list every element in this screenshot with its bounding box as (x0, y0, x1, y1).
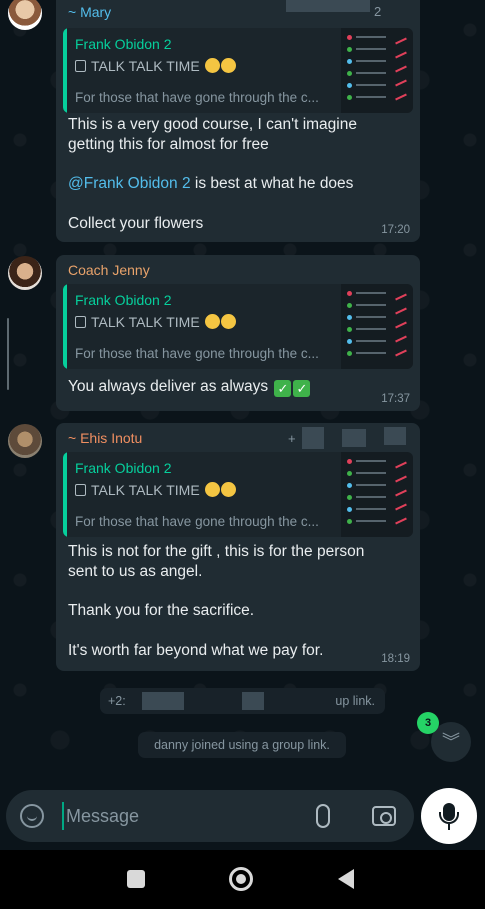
message-text-line: sent to us as angel. (68, 563, 203, 580)
redaction (242, 692, 264, 710)
quote-author: Frank Obidon 2 (75, 460, 172, 476)
redaction (142, 692, 184, 710)
voice-record-button[interactable] (421, 788, 477, 844)
nav-home-icon[interactable] (229, 867, 253, 891)
sender-phone-partial: 2 (374, 4, 382, 19)
check-mark-emoji-icon: ✓ (293, 380, 311, 397)
quote-description: For those that have gone through the c..… (75, 90, 319, 105)
sender-name[interactable]: ~ Mary (68, 4, 111, 20)
system-message-prefix: +2: (108, 694, 126, 708)
quoted-message[interactable]: Frank Obidon 2 TALK TALK TIME For those … (63, 284, 413, 369)
quote-author: Frank Obidon 2 (75, 36, 172, 52)
message-bubble[interactable]: Coach Jenny Frank Obidon 2 TALK TALK TIM… (56, 255, 420, 411)
quote-title: TALK TALK TIME (91, 58, 200, 74)
quote-title: TALK TALK TIME (91, 314, 200, 330)
redaction (302, 427, 324, 449)
quote-author: Frank Obidon 2 (75, 292, 172, 308)
message-text-line: Thank you for the sacrifice. (68, 602, 255, 619)
quote-description: For those that have gone through the c..… (75, 346, 319, 361)
quote-description: For those that have gone through the c..… (75, 514, 319, 529)
scroll-indicator (7, 318, 9, 390)
quote-title-row: TALK TALK TIME (75, 314, 236, 330)
quote-bar (63, 28, 67, 113)
quote-thumbnail (341, 452, 413, 537)
grin-emoji-icon (204, 314, 220, 329)
system-message: danny joined using a group link. (138, 732, 346, 758)
double-chevron-down-icon: ︾ (442, 732, 460, 752)
redaction (384, 427, 406, 445)
message-bubble[interactable]: ~ Ehis Inotu + Frank Obidon 2 TALK TALK … (56, 423, 420, 671)
grin-emoji-icon (204, 482, 220, 497)
quoted-message[interactable]: Frank Obidon 2 TALK TALK TIME For those … (63, 452, 413, 537)
system-message-suffix: up link. (335, 694, 375, 708)
sticker-icon[interactable] (20, 804, 44, 828)
grin-emoji-icon (220, 314, 236, 329)
mention-link[interactable]: @Frank Obidon 2 (68, 175, 191, 192)
quoted-message[interactable]: Frank Obidon 2 TALK TALK TIME For those … (63, 28, 413, 113)
quote-thumbnail (341, 28, 413, 113)
message-text-line: @Frank Obidon 2 is best at what he does (68, 175, 354, 192)
redaction (342, 429, 366, 447)
quote-thumbnail (341, 284, 413, 369)
check-mark-emoji-icon: ✓ (274, 380, 292, 397)
quote-bar (63, 452, 67, 537)
message-composer (6, 790, 414, 842)
message-text-line: This is a very good course, I can't imag… (68, 116, 357, 133)
camera-icon[interactable] (372, 806, 396, 826)
quote-bar (63, 284, 67, 369)
quote-title-row: TALK TALK TIME (75, 58, 236, 74)
message-input[interactable] (62, 802, 302, 830)
document-icon (75, 316, 86, 328)
message-time: 17:20 (381, 224, 410, 236)
nav-back-icon[interactable] (338, 869, 354, 889)
message-text-line: Collect your flowers (68, 215, 204, 232)
avatar[interactable] (8, 424, 42, 458)
quote-title: TALK TALK TIME (91, 482, 200, 498)
grin-emoji-icon (220, 58, 236, 73)
grin-emoji-icon (204, 58, 220, 73)
message-time: 17:37 (381, 393, 410, 405)
system-navigation-bar (0, 850, 485, 909)
sender-name[interactable]: ~ Ehis Inotu (68, 430, 142, 446)
message-text-line: It's worth far beyond what we pay for. (68, 642, 324, 659)
grin-emoji-icon (220, 482, 236, 497)
message-time: 18:19 (381, 653, 410, 665)
redaction (286, 0, 370, 12)
sender-phone-partial: + (288, 431, 296, 446)
document-icon (75, 484, 86, 496)
document-icon (75, 60, 86, 72)
message-text-line: You always deliver as always ✓ ✓ (68, 377, 311, 397)
message-text-line: This is not for the gift , this is for t… (68, 543, 365, 560)
quote-title-row: TALK TALK TIME (75, 482, 236, 498)
message-text-line: getting this for almost for free (68, 136, 269, 153)
system-message: +2: up link. (100, 688, 385, 714)
avatar[interactable] (8, 256, 42, 290)
unread-count-badge: 3 (417, 712, 439, 734)
message-bubble[interactable]: ~ Mary 2 Frank Obidon 2 TALK TALK TIME F… (56, 0, 420, 242)
nav-recents-icon[interactable] (127, 870, 145, 888)
sender-name[interactable]: Coach Jenny (68, 262, 150, 278)
paperclip-icon[interactable] (316, 804, 330, 828)
